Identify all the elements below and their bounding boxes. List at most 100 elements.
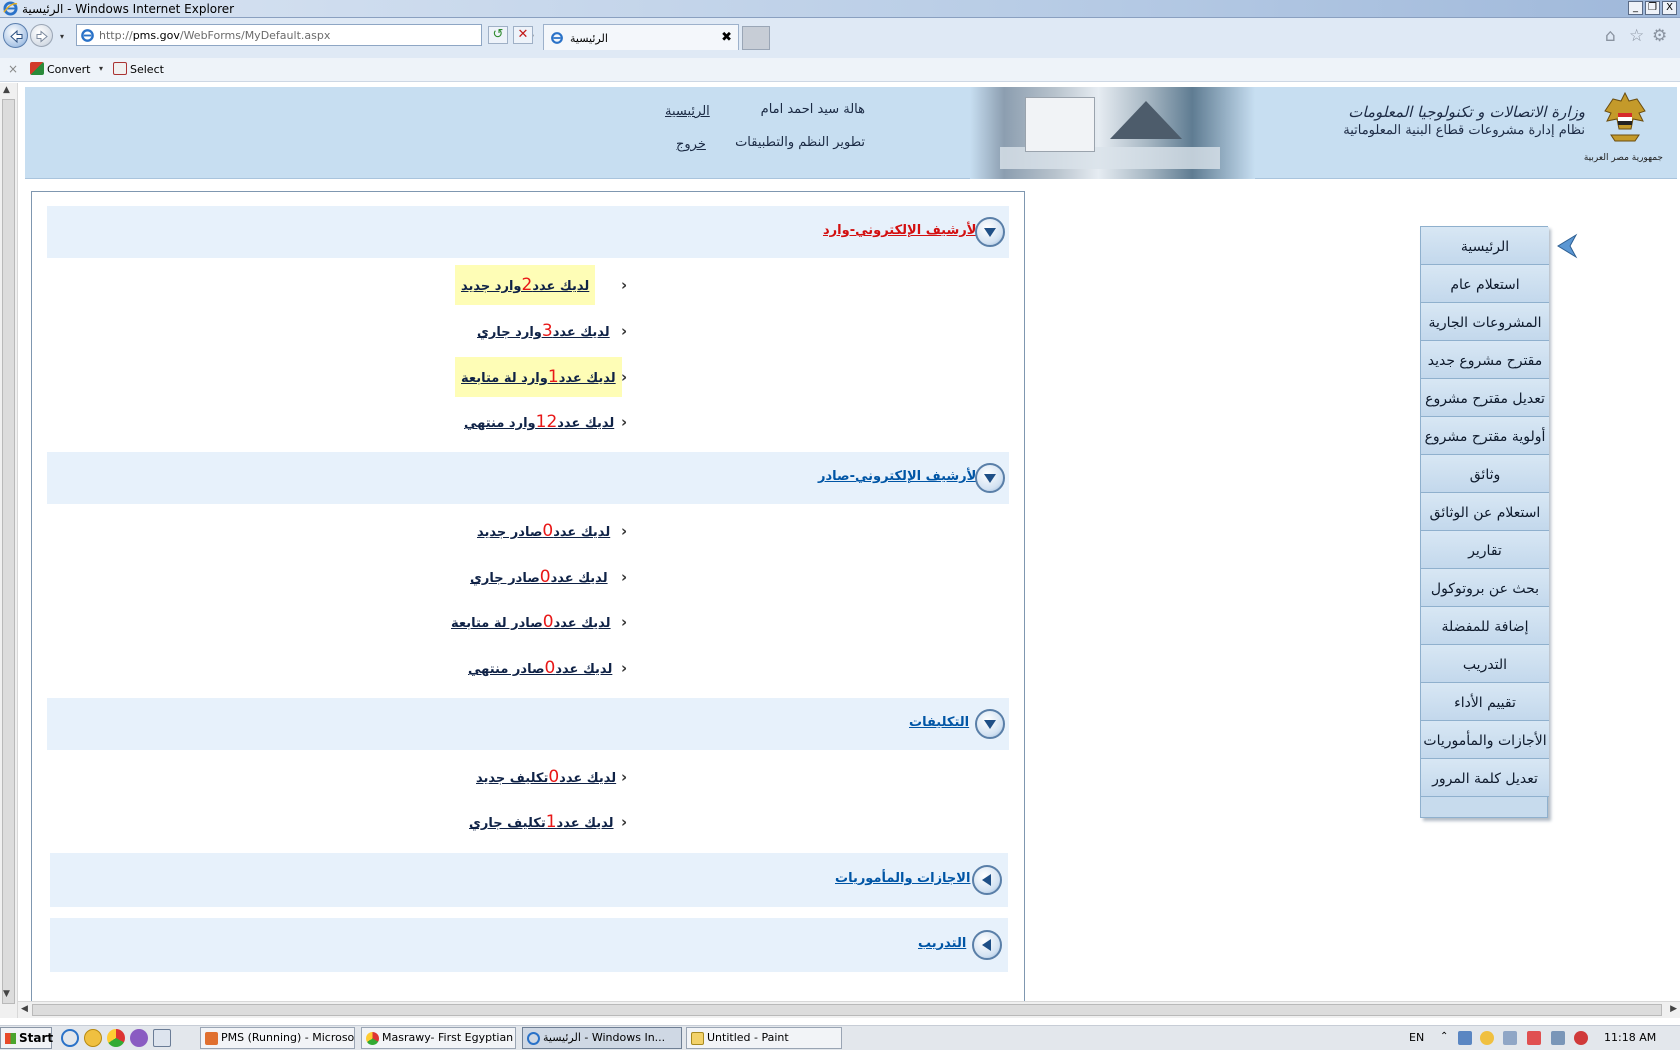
- tab-close-icon[interactable]: ✖: [721, 30, 732, 45]
- tab-label: الرئيسية: [570, 32, 608, 45]
- tools-icon[interactable]: ⚙: [1652, 26, 1667, 46]
- convert-button[interactable]: Convert: [30, 62, 91, 76]
- vm-icon: [205, 1032, 218, 1045]
- messenger-tray-icon[interactable]: [1480, 1031, 1494, 1045]
- taskbar-item-paint[interactable]: Untitled - Paint: [686, 1027, 842, 1049]
- outgoing-followup-link[interactable]: لديك عدد0صادر لة متابعة: [445, 602, 617, 642]
- incoming-followup-link[interactable]: لديك عدد1وارد لة متابعة: [455, 357, 622, 397]
- header-home-link[interactable]: الرئيسية: [665, 104, 710, 119]
- desktop-quicklaunch-icon[interactable]: [153, 1029, 171, 1047]
- favorites-icon[interactable]: ☆: [1629, 26, 1644, 46]
- vertical-scroll-thumb[interactable]: [2, 99, 15, 1004]
- menu-item-new-proposal[interactable]: مقترح مشروع جديد: [1421, 341, 1549, 379]
- photo-pyramid: [1110, 101, 1182, 139]
- recent-pages-dropdown[interactable]: ▾: [60, 32, 64, 41]
- minimize-button[interactable]: _: [1628, 1, 1643, 15]
- monitor-tray-icon[interactable]: [1551, 1031, 1565, 1045]
- menu-item-edit-proposal[interactable]: تعديل مقترح مشروع: [1421, 379, 1549, 417]
- messenger-quicklaunch-icon[interactable]: [84, 1029, 102, 1047]
- horizontal-scroll-thumb[interactable]: [32, 1004, 1662, 1016]
- incoming-finished-link[interactable]: لديك عدد12وارد منتهي: [458, 402, 620, 442]
- menu-item-home[interactable]: الرئيسية: [1421, 227, 1549, 265]
- back-button[interactable]: [3, 23, 28, 48]
- vertical-scrollbar[interactable]: ▲ ▼: [0, 83, 18, 1018]
- browser-tab[interactable]: الرئيسية ✖: [543, 24, 739, 50]
- device-tray-icon[interactable]: [1503, 1031, 1517, 1045]
- menu-item-leaves[interactable]: الأجازات والمأموريات: [1421, 721, 1549, 759]
- section-leaves-toggle[interactable]: [972, 865, 1002, 895]
- network-tray-icon[interactable]: [1458, 1031, 1472, 1045]
- home-icon[interactable]: ⌂: [1605, 26, 1616, 46]
- clock[interactable]: 11:18 AM: [1604, 1031, 1656, 1044]
- menu-item-training[interactable]: التدريب: [1421, 645, 1549, 683]
- language-indicator[interactable]: EN: [1409, 1031, 1424, 1044]
- address-path: /WebForms/MyDefault.aspx: [179, 29, 331, 42]
- menu-item-change-password[interactable]: تعديل كلمة المرور: [1421, 759, 1549, 797]
- taskbar-item-masrawy[interactable]: Masrawy- First Egyptian ...: [361, 1027, 516, 1049]
- convert-dropdown-icon[interactable]: ▾: [99, 64, 103, 73]
- taskbar-item-ie[interactable]: الرئيسية - Windows In...: [522, 1027, 682, 1049]
- menu-item-reports[interactable]: تقارير: [1421, 531, 1549, 569]
- chevron-icon: ›: [621, 276, 628, 294]
- scroll-up-icon[interactable]: ▲: [3, 85, 10, 95]
- horizontal-scrollbar[interactable]: ◀ ▶: [18, 1001, 1680, 1018]
- section-training-toggle[interactable]: [972, 930, 1002, 960]
- command-bar: × Convert ▾ Select: [0, 58, 1680, 82]
- scroll-down-icon[interactable]: ▼: [3, 989, 10, 999]
- close-button[interactable]: X: [1662, 1, 1677, 15]
- scroll-left-icon[interactable]: ◀: [21, 1004, 28, 1014]
- ie-quicklaunch-icon[interactable]: [61, 1029, 79, 1047]
- volume-tray-icon[interactable]: [1574, 1031, 1588, 1045]
- menu-item-documents[interactable]: وثائق: [1421, 455, 1549, 493]
- section-assignments-title[interactable]: التكليفات: [909, 715, 969, 730]
- logout-link[interactable]: خروج: [676, 137, 706, 152]
- address-bar[interactable]: http://pms.gov/WebForms/MyDefault.aspx ⌕…: [76, 24, 550, 46]
- outgoing-current-link[interactable]: لديك عدد0صادر جاري: [464, 557, 614, 597]
- task-label: الرئيسية - Windows In...: [543, 1031, 666, 1044]
- start-button[interactable]: Start: [0, 1027, 53, 1049]
- menu-collapse-arrow-icon[interactable]: [1556, 233, 1578, 259]
- refresh-button[interactable]: ↺: [488, 26, 508, 44]
- select-button[interactable]: Select: [113, 62, 164, 76]
- section-incoming-toggle[interactable]: [975, 217, 1005, 247]
- select-icon: [113, 62, 127, 75]
- forward-button[interactable]: [30, 24, 53, 47]
- section-outgoing-title[interactable]: الأرشيف الإلكتروني-صادر: [818, 469, 981, 484]
- task-label: Untitled - Paint: [707, 1031, 789, 1044]
- assignments-current-link[interactable]: لديك عدد1تكليف جاري: [463, 802, 620, 842]
- menu-item-proposal-priority[interactable]: أولوية مقترح مشروع: [1421, 417, 1549, 455]
- security-tray-icon[interactable]: [1527, 1031, 1541, 1045]
- outgoing-finished-link[interactable]: لديك عدد0صادر منتهي: [462, 648, 618, 688]
- menu-item-documents-query[interactable]: استعلام عن الوثائق: [1421, 493, 1549, 531]
- task-label: Masrawy- First Egyptian ...: [382, 1031, 516, 1044]
- incoming-current-link[interactable]: لديك عدد3وارد جاري: [471, 311, 616, 351]
- window-title: الرئيسية - Windows Internet Explorer: [22, 2, 235, 16]
- menu-item-add-favorites[interactable]: إضافة للمفضلة: [1421, 607, 1549, 645]
- section-outgoing-toggle[interactable]: [975, 463, 1005, 493]
- row-prefix: لديك عدد: [552, 325, 610, 340]
- section-training-title[interactable]: التدريب: [918, 936, 966, 951]
- menu-item-protocol-search[interactable]: بحث عن بروتوكول: [1421, 569, 1549, 607]
- tray-expand-icon[interactable]: ⌃: [1440, 1031, 1454, 1045]
- chrome-quicklaunch-icon[interactable]: [107, 1029, 125, 1047]
- convert-label: Convert: [47, 63, 91, 76]
- stop-button[interactable]: ✕: [513, 26, 533, 44]
- taskbar: Start PMS (Running) - Microsof... Masraw…: [0, 1025, 1680, 1050]
- scroll-right-icon[interactable]: ▶: [1670, 1004, 1677, 1014]
- section-leaves-title[interactable]: الاجازات والمأموريات: [835, 871, 970, 886]
- expand-left-icon: [982, 939, 991, 951]
- menu-item-general-query[interactable]: استعلام عام: [1421, 265, 1549, 303]
- address-text[interactable]: http://pms.gov/WebForms/MyDefault.aspx: [99, 29, 330, 42]
- new-tab-button[interactable]: [742, 26, 770, 50]
- browser-quicklaunch-icon[interactable]: [130, 1029, 148, 1047]
- outgoing-new-link[interactable]: لديك عدد0صادر جديد: [471, 511, 616, 551]
- section-assignments-toggle[interactable]: [975, 709, 1005, 739]
- taskbar-item-pms[interactable]: PMS (Running) - Microsof...: [200, 1027, 355, 1049]
- menu-item-current-projects[interactable]: المشروعات الجارية: [1421, 303, 1549, 341]
- close-toolbar-icon[interactable]: ×: [8, 62, 18, 76]
- section-incoming-title[interactable]: الأرشيف الإلكتروني-وارد: [823, 223, 981, 238]
- menu-item-performance[interactable]: تقييم الأداء: [1421, 683, 1549, 721]
- restore-button[interactable]: ❐: [1645, 1, 1660, 15]
- assignments-new-link[interactable]: لديك عدد0تكليف جديد: [470, 757, 622, 797]
- incoming-new-link[interactable]: لديك عدد2وارد جديد: [455, 265, 596, 305]
